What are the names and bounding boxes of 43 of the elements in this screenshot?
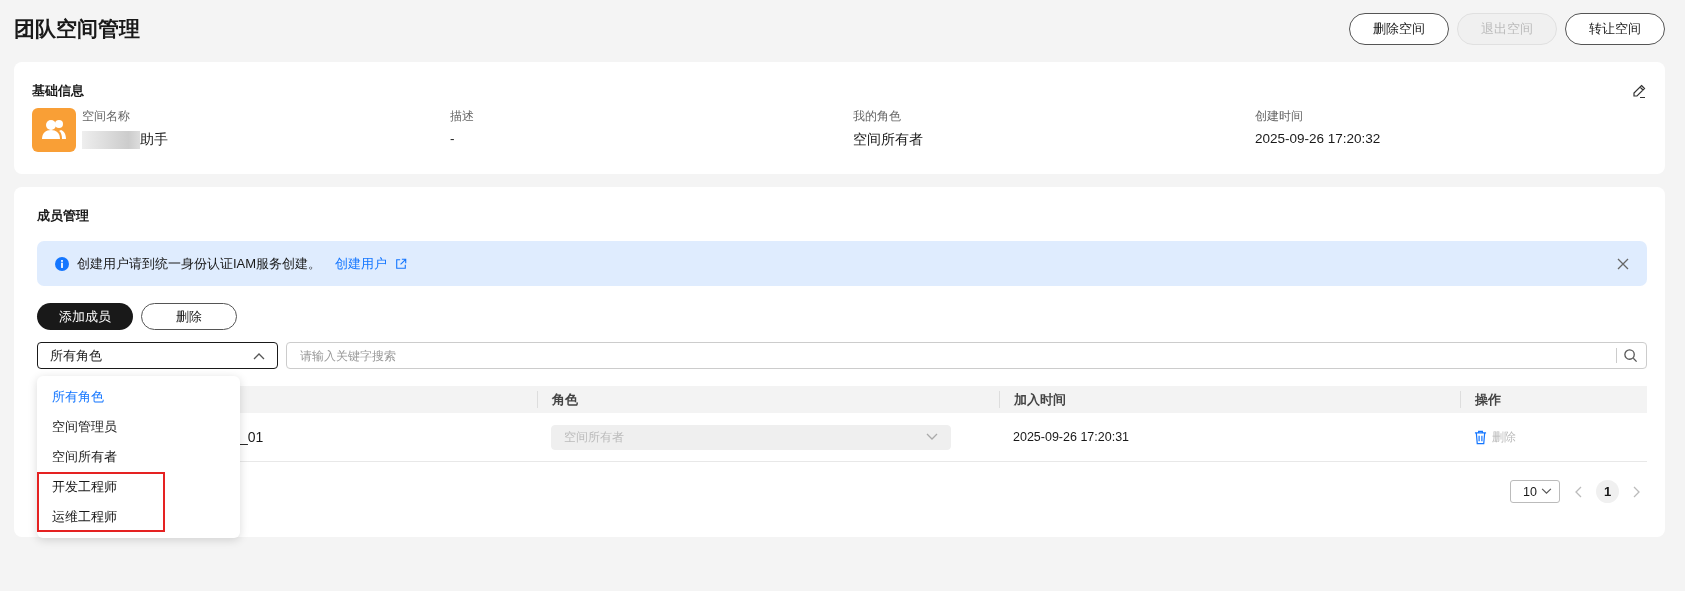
trash-icon	[1474, 429, 1487, 445]
field-label: 我的角色	[853, 108, 902, 125]
table-cell: _01	[240, 429, 264, 445]
field-value: 空间所有者	[853, 131, 923, 149]
notice-text: 创建用户请到统一身份认证IAM服务创建。	[77, 254, 322, 273]
column-header: 角色	[552, 390, 578, 409]
chevron-icon	[926, 433, 938, 441]
chevron-icon	[253, 351, 265, 360]
search-field[interactable]: 请输入关键字搜索	[286, 342, 1647, 369]
team-avatar-icon	[32, 108, 76, 152]
redaction-mark	[82, 131, 140, 149]
field-label: 空间名称	[82, 108, 131, 125]
role-option[interactable]: 运维工程师	[37, 502, 165, 532]
header-button[interactable]: 删除空间	[1349, 13, 1449, 45]
field-label: 创建时间	[1255, 108, 1304, 125]
create-user-link[interactable]: 创建用户	[335, 254, 388, 273]
column-header: 操作	[1475, 390, 1501, 409]
section-title: 基础信息	[32, 82, 84, 100]
field-value: 2025-09-26 17:20:32	[1255, 131, 1381, 146]
edit-icon[interactable]	[1631, 83, 1647, 99]
field-label: 描述	[450, 108, 474, 125]
role-option[interactable]: 空间管理员	[37, 412, 165, 442]
info-icon	[55, 256, 69, 271]
close-icon[interactable]	[1617, 257, 1629, 270]
external-link-icon[interactable]	[395, 257, 408, 270]
field-value: 助手	[140, 131, 168, 149]
header-button[interactable]: 转让空间	[1565, 13, 1665, 45]
chevron-icon	[1541, 488, 1552, 495]
table-cell: 2025-09-26 17:20:31	[1013, 430, 1130, 444]
action-button[interactable]: 添加成员	[37, 303, 133, 330]
page-size-select[interactable]: 10	[1510, 480, 1560, 503]
role-option[interactable]: 开发工程师	[37, 472, 165, 502]
action-button[interactable]: 删除	[141, 303, 237, 330]
column-header: 加入时间	[1014, 390, 1066, 409]
search-icon[interactable]	[1623, 348, 1638, 363]
section-title: 成员管理	[37, 207, 90, 225]
role-option[interactable]: 空间所有者	[37, 442, 165, 472]
search-input[interactable]: 请输入关键字搜索	[298, 347, 1610, 364]
field-value: -	[450, 131, 455, 146]
role-option[interactable]: 所有角色	[37, 382, 165, 412]
page-button[interactable]: 1	[1596, 480, 1619, 503]
role-select[interactable]: 所有角色	[37, 342, 278, 369]
page-title: 团队空间管理	[14, 16, 140, 42]
